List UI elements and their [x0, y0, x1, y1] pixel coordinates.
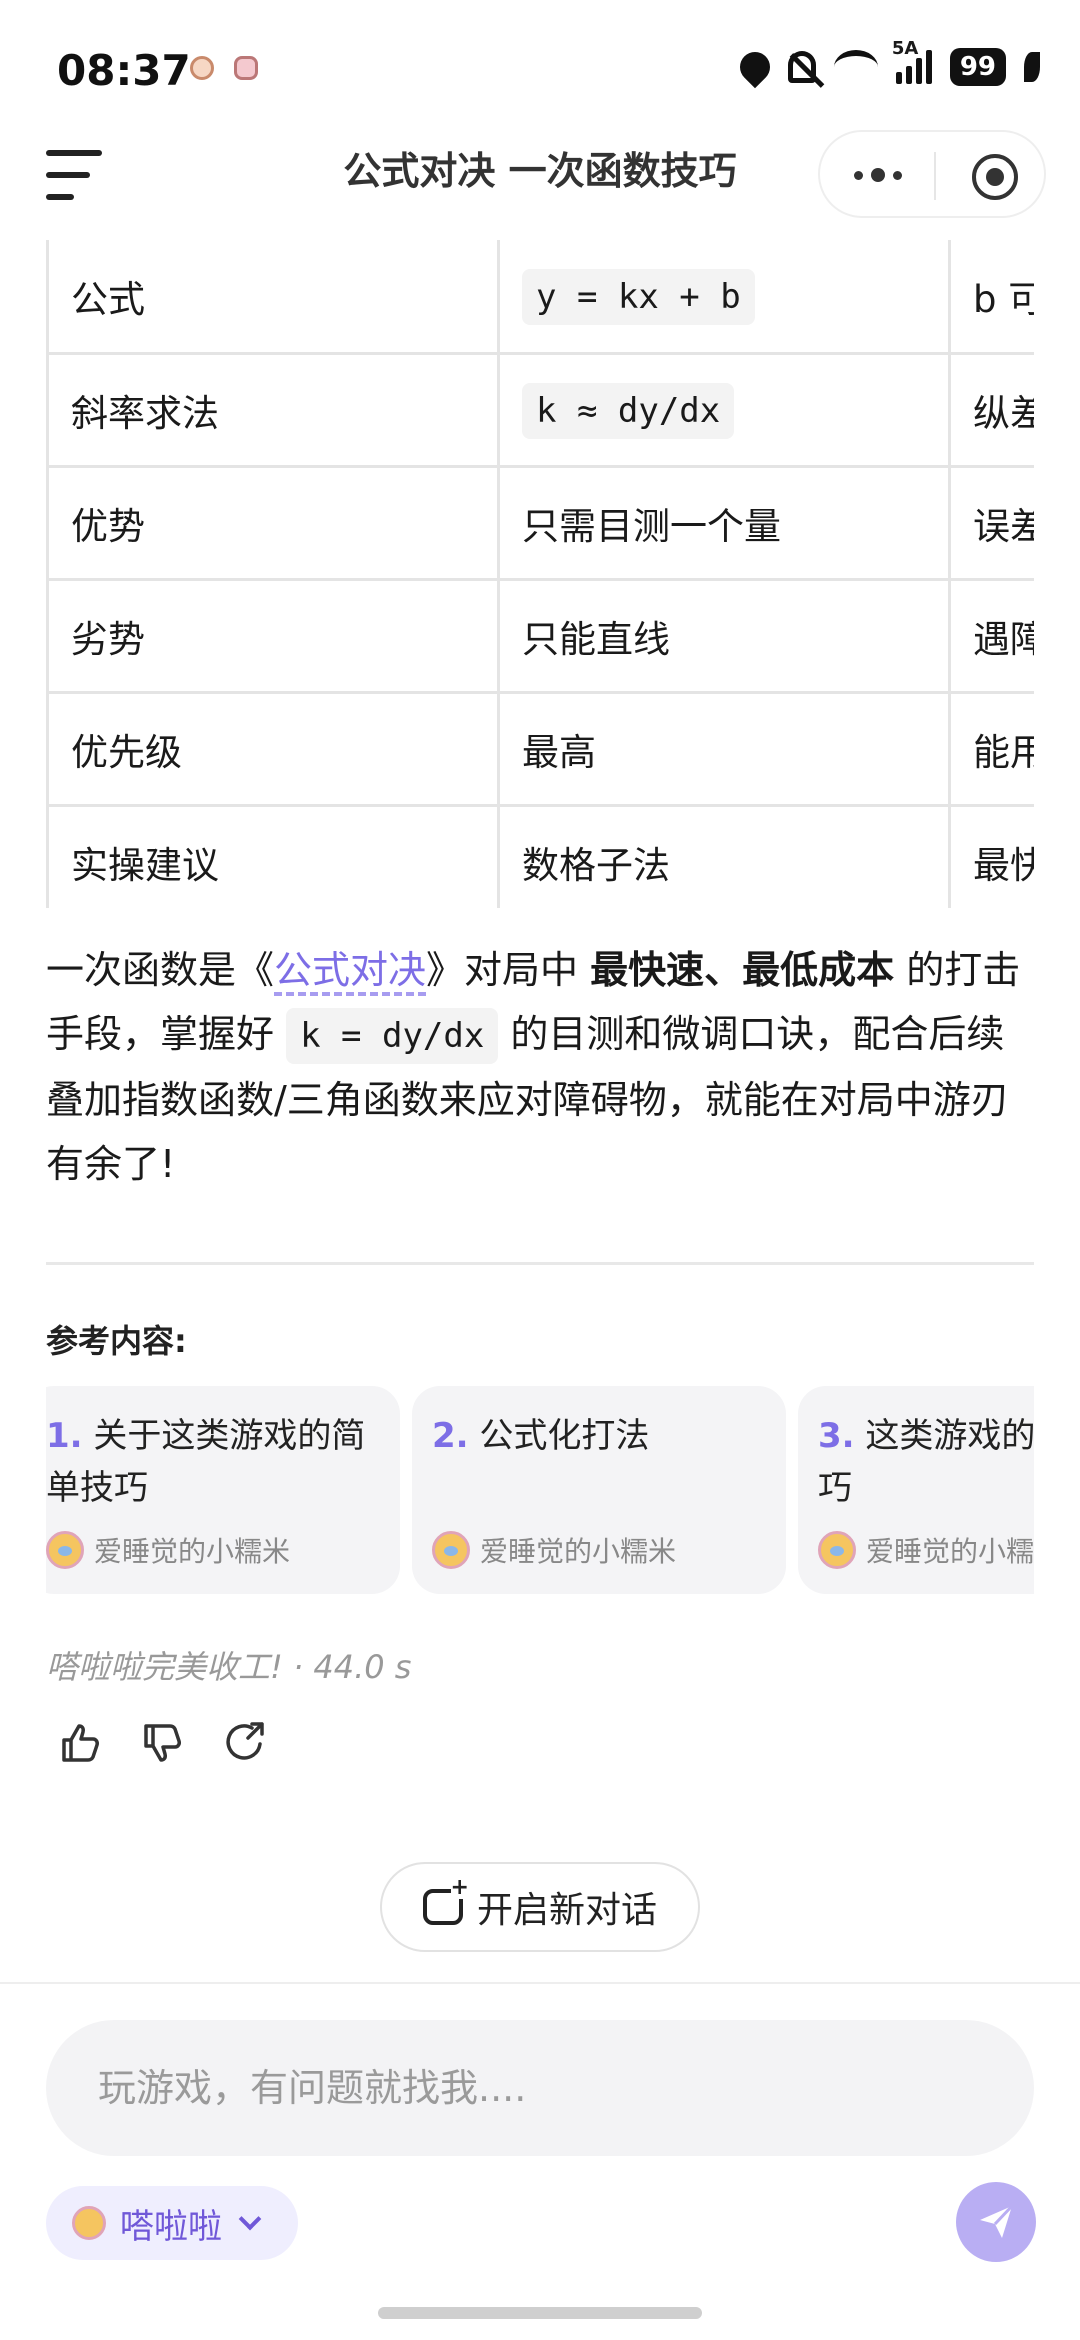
response-status: 嗒啦啦完美收工! · 44.0 s: [46, 1642, 411, 1688]
battery-indicator: 99: [949, 48, 1006, 86]
author-avatar: [818, 1531, 856, 1569]
comparison-table[interactable]: 公式 y = kx + b b 可 斜率求法 k ≈ dy/dx 纵差 优势 只…: [46, 240, 1034, 908]
table-cell: 最高: [497, 690, 951, 807]
signal-icon: 5A: [892, 38, 932, 84]
capsule-divider: [934, 152, 936, 200]
new-chat-icon: [422, 1877, 469, 1925]
home-indicator[interactable]: [378, 2307, 702, 2319]
table-cell: 最快: [948, 803, 1034, 908]
reference-card[interactable]: 2. 公式化打法 爱睡觉的小糯米: [412, 1386, 786, 1594]
table-cell: y = kx + b: [497, 240, 951, 355]
chat-input[interactable]: [98, 2066, 982, 2110]
status-separator: ·: [282, 1648, 314, 1686]
agent-name: 嗒啦啦: [120, 2206, 222, 2247]
table-cell: 优先级: [46, 690, 500, 807]
reference-number: 2.: [432, 1416, 469, 1456]
status-text: 嗒啦啦完美收工!: [46, 1648, 283, 1686]
system-icons: 5A 99: [733, 38, 1040, 89]
status-bar: 08:37 5A 99: [0, 0, 1080, 140]
summary-text: 》对局中: [426, 948, 591, 992]
inline-code: k ≈ dy/dx: [522, 383, 735, 439]
table-row: 实操建议 数格子法 最快: [46, 803, 1034, 908]
new-chat-label: 开启新对话: [476, 1890, 657, 1931]
table-cell: k ≈ dy/dx: [497, 351, 951, 468]
references-carousel[interactable]: 1. 关于这类游戏的简单技巧 爱睡觉的小糯米 2. 公式化打法 爱睡觉的小糯米 …: [46, 1386, 1034, 1596]
table-row: 公式 y = kx + b b 可: [46, 240, 1034, 355]
inline-code: y = kx + b: [522, 269, 755, 326]
table-cell: 劣势: [46, 577, 500, 694]
game-link[interactable]: 公式对决: [274, 948, 427, 996]
new-chat-button[interactable]: 开启新对话: [380, 1862, 700, 1952]
chevron-down-icon: [238, 2207, 262, 2231]
feedback-actions: [56, 1718, 270, 1768]
power-saving-icon: [1024, 52, 1040, 82]
table-cell: 能用: [948, 690, 1034, 807]
agent-selector[interactable]: 嗒啦啦: [46, 2186, 298, 2260]
references-title: 参考内容:: [46, 1322, 187, 1360]
app-notification-icon: [234, 56, 258, 80]
table-row: 斜率求法 k ≈ dy/dx 纵差: [46, 351, 1034, 468]
summary-paragraph: 一次函数是《公式对决》对局中 最快速、最低成本 的打击手段，掌握好 k = dy…: [46, 938, 1036, 1196]
reference-title: 1. 关于这类游戏的简单技巧: [46, 1410, 380, 1514]
table-cell: 只能直线: [497, 577, 951, 694]
table-cell: 实操建议: [46, 803, 500, 908]
notification-icons: [190, 56, 258, 80]
network-type-label: 5A: [891, 38, 919, 59]
reference-title-text: 关于这类游戏的简单技巧: [46, 1416, 366, 1508]
thumbs-down-icon[interactable]: [138, 1718, 188, 1768]
close-mini-program-icon[interactable]: [972, 154, 1018, 200]
thumbs-up-icon[interactable]: [56, 1718, 106, 1768]
reference-author: 爱睡觉的小糯米: [46, 1530, 290, 1570]
chat-input-container: [46, 2020, 1034, 2156]
reference-card[interactable]: 1. 关于这类游戏的简单技巧 爱睡觉的小糯米: [46, 1386, 400, 1594]
table-row: 优先级 最高 能用: [46, 690, 1034, 807]
author-name: 爱睡觉的小糯米: [480, 1535, 677, 1568]
reference-title: 2. 公式化打法: [432, 1410, 766, 1514]
response-duration: 44.0 s: [313, 1648, 412, 1686]
table-row: 优势 只需目测一个量 误差: [46, 464, 1034, 581]
reference-author: 爱睡觉的小糯米: [432, 1530, 676, 1570]
table-cell: 优势: [46, 464, 500, 581]
author-avatar: [432, 1531, 470, 1569]
table-cell: 遇障: [948, 577, 1034, 694]
section-divider: [46, 1262, 1034, 1265]
location-icon: [733, 45, 777, 89]
reference-number: 1.: [46, 1416, 83, 1456]
reference-author: 爱睡觉的小糯米: [818, 1530, 1034, 1570]
agent-avatar: [72, 2206, 106, 2240]
table-cell: 纵差: [948, 351, 1034, 468]
mini-program-capsule: [818, 130, 1046, 218]
reference-title: 3. 这类游戏的进阶技巧: [818, 1410, 1034, 1514]
author-avatar: [46, 1531, 84, 1569]
share-icon[interactable]: [220, 1718, 270, 1768]
table-cell: 误差: [948, 464, 1034, 581]
mute-bell-icon: [787, 51, 816, 83]
table-row: 劣势 只能直线 遇障: [46, 577, 1034, 694]
table-cell: 公式: [46, 240, 500, 355]
table-cell: b 可: [948, 240, 1034, 355]
send-button[interactable]: [956, 2182, 1036, 2262]
app-notification-icon: [190, 56, 214, 80]
input-divider: [0, 1982, 1080, 1984]
status-time: 08:37: [57, 46, 191, 95]
table-cell: 斜率求法: [46, 351, 500, 468]
author-name: 爱睡觉的小糯米: [94, 1535, 291, 1568]
table-cell: 数格子法: [497, 803, 951, 908]
reference-number: 3.: [818, 1416, 855, 1456]
table-cell: 只需目测一个量: [497, 464, 951, 581]
wifi-icon: [833, 50, 878, 84]
reference-title-text: 公式化打法: [479, 1416, 650, 1456]
more-options-icon[interactable]: [854, 168, 902, 182]
inline-code: k = dy/dx: [286, 1008, 499, 1064]
reference-card[interactable]: 3. 这类游戏的进阶技巧 爱睡觉的小糯米: [798, 1386, 1034, 1594]
send-icon: [980, 2204, 1014, 2238]
summary-text: 一次函数是《: [46, 948, 275, 992]
top-bar: 公式对决 一次函数技巧: [0, 130, 1080, 240]
summary-bold: 最快速、最低成本: [590, 948, 895, 992]
author-name: 爱睡觉的小糯米: [866, 1535, 1034, 1568]
